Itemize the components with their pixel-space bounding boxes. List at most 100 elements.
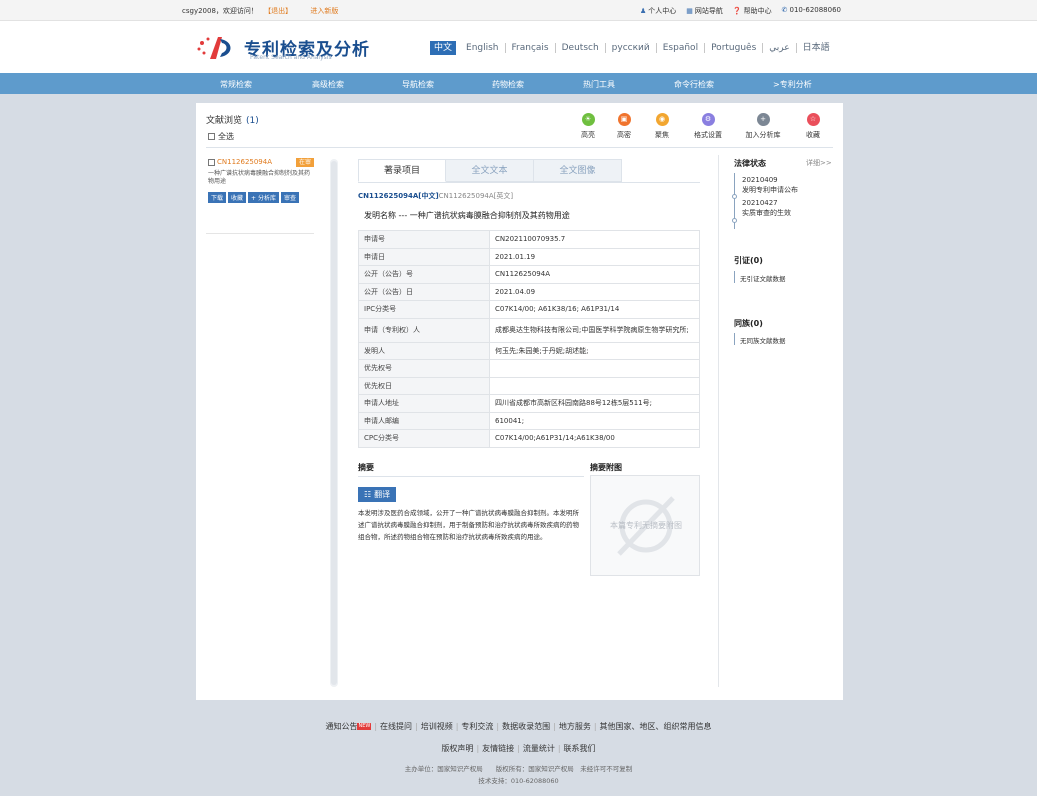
phone-link: ✆ 010-62088060 xyxy=(781,6,841,14)
help-center-link[interactable]: ❓ 帮助中心 xyxy=(733,6,772,16)
footer-link-notice[interactable]: 通知公告 xyxy=(325,722,357,731)
select-all[interactable]: 全选 xyxy=(208,131,234,142)
item-description: 一种广谱抗状病毒膜融合抑制剂及其药物用途 xyxy=(208,170,311,185)
legal-event-text: 实质审查的生效 xyxy=(742,209,791,217)
lang-french[interactable]: Français xyxy=(504,43,555,53)
select-all-checkbox[interactable] xyxy=(208,133,215,140)
footer-link-ask[interactable]: 在线提问 xyxy=(380,722,412,731)
field-label: 申请号 xyxy=(358,230,490,249)
lang-chinese[interactable]: 中文 xyxy=(430,41,457,55)
divider xyxy=(718,155,719,687)
nav-navigation-search[interactable]: 导航检索 xyxy=(402,79,434,90)
publication-numbers: CN112625094A[中文]CN112625094A[英文] xyxy=(358,191,513,201)
review-button[interactable]: 审查 xyxy=(280,192,299,203)
document-browser: 文献浏览 (1) 全选 ☀ 高亮 ▣ 高密 ◉ 聚焦 ⚙ 格式设置 + 加入分析库… xyxy=(196,103,843,700)
dense-button[interactable]: ▣ 高密 xyxy=(604,113,644,140)
lang-spanish[interactable]: Español xyxy=(655,43,704,53)
abstract-heading: 摘要 xyxy=(358,462,584,477)
item-number-link[interactable]: CN112625094A xyxy=(217,158,272,166)
field-label: 申请（专利权）人 xyxy=(358,317,490,343)
divider xyxy=(206,233,314,234)
add-analysis-button[interactable]: + 分析库 xyxy=(248,192,279,203)
divider xyxy=(206,147,833,148)
field-value: 2021.01.19 xyxy=(489,247,700,266)
grid-icon: ▦ xyxy=(686,7,693,15)
table-row: IPC分类号 C07K14/00; A61K38/16; A61P31/14 xyxy=(358,300,700,319)
footer-link-contact[interactable]: 联系我们 xyxy=(564,744,596,753)
field-value: CN202110070935.7 xyxy=(489,230,700,249)
brand-subtitle: Patent Search and Analysis xyxy=(250,54,332,61)
field-value xyxy=(489,376,700,395)
user-icon: ♟ xyxy=(639,7,647,15)
highlight-button[interactable]: ☀ 高亮 xyxy=(568,113,608,140)
logo-icon[interactable] xyxy=(196,33,236,63)
field-value xyxy=(489,359,700,378)
welcome-area: csgy2008，欢迎访问！ 【退出】 进入新版 xyxy=(182,6,338,16)
bibliographic-table: 申请号 CN202110070935.7 申请日 2021.01.19 公开（公告）号 C… xyxy=(358,230,700,448)
table-row: 申请人地址 四川省成都市高新区科园南路88号12栋5层511号; xyxy=(358,394,700,413)
lang-japanese[interactable]: 日本語 xyxy=(795,43,836,53)
add-to-analysis-button[interactable]: + 加入分析库 xyxy=(743,113,783,140)
table-row: 发明人 何玉先;朱园美;于丹妮;胡述能; xyxy=(358,341,700,360)
nav-advanced-search[interactable]: 高级检索 xyxy=(312,79,344,90)
translate-button[interactable]: ☷ 翻译 xyxy=(358,487,397,502)
footer-link-exchange[interactable]: 专利交流 xyxy=(461,722,493,731)
field-label: 优先权号 xyxy=(358,359,490,378)
field-value: 何玉先;朱园美;于丹妮;胡述能; xyxy=(489,341,700,360)
nav-hot-tools[interactable]: 热门工具 xyxy=(583,79,615,90)
list-item[interactable]: CN112625094A 在审 一种广谱抗状病毒膜融合抑制剂及其药物用途 下载 … xyxy=(208,158,314,203)
language-switcher: 中文 English Français Deutsch русский Espa… xyxy=(430,41,836,55)
footer-link-local-service[interactable]: 地方服务 xyxy=(559,722,591,731)
scrollbar[interactable] xyxy=(330,159,338,687)
download-button[interactable]: 下载 xyxy=(208,192,227,203)
site-nav-link[interactable]: ▦ 网站导航 xyxy=(686,6,723,16)
new-version-link[interactable]: 进入新版 xyxy=(310,7,338,15)
lang-portuguese[interactable]: Português xyxy=(704,43,762,53)
table-row: 申请（专利权）人 成都奥达生物科技有限公司;中国医学科学院病原生物学研究所; xyxy=(358,317,700,343)
footer-link-friends[interactable]: 友情链接 xyxy=(482,744,514,753)
lang-arabic[interactable]: عربي xyxy=(762,43,795,53)
nav-regular-search[interactable]: 常规检索 xyxy=(220,79,252,90)
tab-fullimage[interactable]: 全文图像 xyxy=(534,159,622,182)
footer-link-training[interactable]: 培训视频 xyxy=(421,722,453,731)
pub-number-cn-link[interactable]: CN112625094A[中文] xyxy=(358,192,439,200)
nav-command-search[interactable]: 命令行检索 xyxy=(674,79,714,90)
footer-link-data-scope[interactable]: 数据收录范围 xyxy=(502,722,550,731)
footer-support: 技术支持：010-62088060 xyxy=(478,777,559,785)
collect-button[interactable]: 收藏 xyxy=(228,192,247,203)
focus-button[interactable]: ◉ 聚焦 xyxy=(642,113,682,140)
nav-patent-analysis[interactable]: >专利分析 xyxy=(773,79,812,90)
favorite-button[interactable]: ☆ 收藏 xyxy=(793,113,833,140)
pub-number-en-link[interactable]: CN112625094A[英文] xyxy=(439,192,513,200)
main-nav: 常规检索 高级检索 导航检索 药物检索 热门工具 命令行检索 >专利分析 xyxy=(0,73,1037,94)
footer-link-other-info[interactable]: 其他国家、地区、组织常用信息 xyxy=(600,722,712,731)
tab-bibliographic[interactable]: 著录项目 xyxy=(358,159,446,182)
personal-center-link[interactable]: ♟ 个人中心 xyxy=(640,6,676,16)
field-value: C07K14/00;A61P31/14;A61K38/00 xyxy=(489,429,700,448)
highlight-icon: ☀ xyxy=(581,113,595,126)
item-checkbox[interactable] xyxy=(208,158,215,166)
scrollbar-thumb[interactable] xyxy=(331,161,337,685)
footer-info: 主办单位：国家知识产权局 版权所有：国家知识产权局 未经许可不可复制 xyxy=(0,763,1037,773)
legal-event-text: 发明专利申请公布 xyxy=(742,186,798,194)
phone-icon: ✆ xyxy=(781,6,788,14)
lang-russian[interactable]: русский xyxy=(604,43,656,53)
format-icon: ⚙ xyxy=(701,113,715,126)
legal-status-more-link[interactable]: 详细>> xyxy=(806,158,832,168)
format-settings-button[interactable]: ⚙ 格式设置 xyxy=(688,113,728,140)
tab-fulltext[interactable]: 全文文本 xyxy=(446,159,534,182)
lang-english[interactable]: English xyxy=(460,43,505,53)
table-row: 公开（公告）号 CN112625094A xyxy=(358,265,700,284)
field-label: 申请人地址 xyxy=(358,394,490,413)
nav-drug-search[interactable]: 药物检索 xyxy=(492,79,524,90)
lang-german[interactable]: Deutsch xyxy=(554,43,605,53)
field-value: 610041; xyxy=(489,411,700,430)
logout-link[interactable]: 【退出】 xyxy=(264,7,292,15)
footer-link-stats[interactable]: 流量统计 xyxy=(523,744,555,753)
page-title: 文献浏览 (1) xyxy=(206,116,259,126)
abstract-text: 本发明涉及医药合成领域，公开了一种广谱抗状病毒膜融合抑制剂。本发明所述广谱抗状病… xyxy=(358,509,579,541)
table-row: 申请号 CN202110070935.7 xyxy=(358,230,700,249)
translate-icon: ☷ xyxy=(364,490,372,499)
field-value: 成都奥达生物科技有限公司;中国医学科学院病原生物学研究所; xyxy=(489,317,700,343)
footer-link-copyright[interactable]: 版权声明 xyxy=(441,744,473,753)
